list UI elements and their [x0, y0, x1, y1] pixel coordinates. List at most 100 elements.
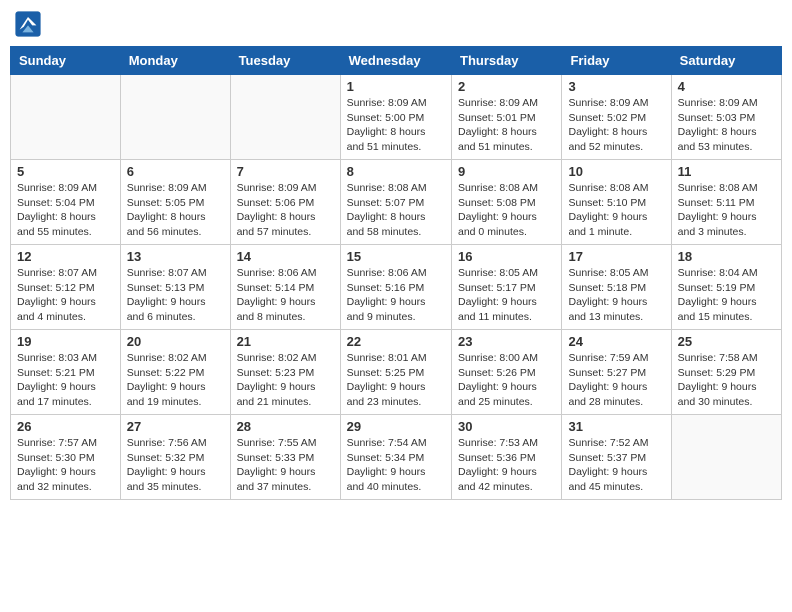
day-info: Sunrise: 8:02 AM Sunset: 5:22 PM Dayligh… [127, 351, 224, 410]
calendar-cell: 4 Sunrise: 8:09 AM Sunset: 5:03 PM Daylig… [671, 75, 781, 160]
day-number: 27 [127, 419, 224, 434]
calendar-cell: 6 Sunrise: 8:09 AM Sunset: 5:05 PM Daylig… [120, 160, 230, 245]
day-info: Sunrise: 7:53 AM Sunset: 5:36 PM Dayligh… [458, 436, 555, 495]
weekday-header-wednesday: Wednesday [340, 47, 451, 75]
weekday-header-thursday: Thursday [452, 47, 562, 75]
calendar-cell: 27 Sunrise: 7:56 AM Sunset: 5:32 PM Dayli… [120, 415, 230, 500]
day-info: Sunrise: 7:58 AM Sunset: 5:29 PM Dayligh… [678, 351, 775, 410]
day-number: 31 [568, 419, 664, 434]
day-info: Sunrise: 8:08 AM Sunset: 5:08 PM Dayligh… [458, 181, 555, 240]
calendar-cell: 25 Sunrise: 7:58 AM Sunset: 5:29 PM Dayli… [671, 330, 781, 415]
day-number: 16 [458, 249, 555, 264]
day-info: Sunrise: 8:09 AM Sunset: 5:05 PM Dayligh… [127, 181, 224, 240]
logo [14, 10, 46, 38]
calendar-cell: 22Sunrise: 8:01 AM Sunset: 5:25 PM Dayli… [340, 330, 451, 415]
day-number: 26 [17, 419, 114, 434]
day-number: 9 [458, 164, 555, 179]
weekday-header-monday: Monday [120, 47, 230, 75]
day-number: 6 [127, 164, 224, 179]
day-number: 28 [237, 419, 334, 434]
day-number: 1 [347, 79, 445, 94]
logo-icon [14, 10, 42, 38]
week-row-1: 1 Sunrise: 8:09 AM Sunset: 5:00 PM Daylig… [11, 75, 782, 160]
calendar-cell: 31 Sunrise: 7:52 AM Sunset: 5:37 PM Dayli… [562, 415, 671, 500]
day-number: 30 [458, 419, 555, 434]
week-row-4: 19Sunrise: 8:03 AM Sunset: 5:21 PM Dayli… [11, 330, 782, 415]
week-row-2: 5 Sunrise: 8:09 AM Sunset: 5:04 PM Daylig… [11, 160, 782, 245]
day-info: Sunrise: 7:52 AM Sunset: 5:37 PM Dayligh… [568, 436, 664, 495]
page-header [10, 10, 782, 38]
calendar-cell: 21Sunrise: 8:02 AM Sunset: 5:23 PM Dayli… [230, 330, 340, 415]
day-number: 18 [678, 249, 775, 264]
calendar-cell: 14 Sunrise: 8:06 AM Sunset: 5:14 PM Dayli… [230, 245, 340, 330]
day-info: Sunrise: 8:05 AM Sunset: 5:18 PM Dayligh… [568, 266, 664, 325]
weekday-header-friday: Friday [562, 47, 671, 75]
day-info: Sunrise: 8:09 AM Sunset: 5:04 PM Dayligh… [17, 181, 114, 240]
day-number: 7 [237, 164, 334, 179]
day-number: 23 [458, 334, 555, 349]
day-number: 11 [678, 164, 775, 179]
day-number: 17 [568, 249, 664, 264]
calendar-cell: 24 Sunrise: 7:59 AM Sunset: 5:27 PM Dayli… [562, 330, 671, 415]
calendar-cell: 20 Sunrise: 8:02 AM Sunset: 5:22 PM Dayli… [120, 330, 230, 415]
calendar-cell: 9 Sunrise: 8:08 AM Sunset: 5:08 PM Daylig… [452, 160, 562, 245]
calendar-cell: 16 Sunrise: 8:05 AM Sunset: 5:17 PM Dayli… [452, 245, 562, 330]
week-row-5: 26 Sunrise: 7:57 AM Sunset: 5:30 PM Dayli… [11, 415, 782, 500]
calendar-cell [671, 415, 781, 500]
day-number: 20 [127, 334, 224, 349]
calendar-cell: 11 Sunrise: 8:08 AM Sunset: 5:11 PM Dayli… [671, 160, 781, 245]
day-info: Sunrise: 8:09 AM Sunset: 5:00 PM Dayligh… [347, 96, 445, 155]
calendar-cell: 3 Sunrise: 8:09 AM Sunset: 5:02 PM Daylig… [562, 75, 671, 160]
day-number: 12 [17, 249, 114, 264]
day-info: Sunrise: 7:59 AM Sunset: 5:27 PM Dayligh… [568, 351, 664, 410]
calendar-cell: 1 Sunrise: 8:09 AM Sunset: 5:00 PM Daylig… [340, 75, 451, 160]
weekday-header-row: SundayMondayTuesdayWednesdayThursdayFrid… [11, 47, 782, 75]
day-number: 14 [237, 249, 334, 264]
calendar-cell [230, 75, 340, 160]
day-info: Sunrise: 8:09 AM Sunset: 5:06 PM Dayligh… [237, 181, 334, 240]
calendar-table: SundayMondayTuesdayWednesdayThursdayFrid… [10, 46, 782, 500]
calendar-cell: 10 Sunrise: 8:08 AM Sunset: 5:10 PM Dayli… [562, 160, 671, 245]
calendar-cell: 7 Sunrise: 8:09 AM Sunset: 5:06 PM Daylig… [230, 160, 340, 245]
calendar-cell: 8 Sunrise: 8:08 AM Sunset: 5:07 PM Daylig… [340, 160, 451, 245]
day-info: Sunrise: 8:08 AM Sunset: 5:07 PM Dayligh… [347, 181, 445, 240]
day-info: Sunrise: 7:56 AM Sunset: 5:32 PM Dayligh… [127, 436, 224, 495]
day-info: Sunrise: 7:55 AM Sunset: 5:33 PM Dayligh… [237, 436, 334, 495]
day-number: 8 [347, 164, 445, 179]
day-number: 13 [127, 249, 224, 264]
day-info: Sunrise: 8:09 AM Sunset: 5:02 PM Dayligh… [568, 96, 664, 155]
day-number: 10 [568, 164, 664, 179]
day-info: Sunrise: 7:57 AM Sunset: 5:30 PM Dayligh… [17, 436, 114, 495]
day-info: Sunrise: 8:09 AM Sunset: 5:01 PM Dayligh… [458, 96, 555, 155]
day-number: 19 [17, 334, 114, 349]
day-info: Sunrise: 8:08 AM Sunset: 5:10 PM Dayligh… [568, 181, 664, 240]
day-info: Sunrise: 8:01 AM Sunset: 5:25 PM Dayligh… [347, 351, 445, 410]
calendar-cell: 15Sunrise: 8:06 AM Sunset: 5:16 PM Dayli… [340, 245, 451, 330]
calendar-cell: 13Sunrise: 8:07 AM Sunset: 5:13 PM Dayli… [120, 245, 230, 330]
calendar-cell: 17 Sunrise: 8:05 AM Sunset: 5:18 PM Dayli… [562, 245, 671, 330]
day-number: 4 [678, 79, 775, 94]
day-info: Sunrise: 8:07 AM Sunset: 5:12 PM Dayligh… [17, 266, 114, 325]
calendar-cell: 5 Sunrise: 8:09 AM Sunset: 5:04 PM Daylig… [11, 160, 121, 245]
day-number: 3 [568, 79, 664, 94]
calendar-cell: 19Sunrise: 8:03 AM Sunset: 5:21 PM Dayli… [11, 330, 121, 415]
day-info: Sunrise: 8:06 AM Sunset: 5:16 PM Dayligh… [347, 266, 445, 325]
day-info: Sunrise: 8:00 AM Sunset: 5:26 PM Dayligh… [458, 351, 555, 410]
calendar-cell [11, 75, 121, 160]
weekday-header-tuesday: Tuesday [230, 47, 340, 75]
calendar-cell: 23 Sunrise: 8:00 AM Sunset: 5:26 PM Dayli… [452, 330, 562, 415]
day-number: 29 [347, 419, 445, 434]
day-info: Sunrise: 8:05 AM Sunset: 5:17 PM Dayligh… [458, 266, 555, 325]
day-info: Sunrise: 8:09 AM Sunset: 5:03 PM Dayligh… [678, 96, 775, 155]
weekday-header-sunday: Sunday [11, 47, 121, 75]
day-info: Sunrise: 8:08 AM Sunset: 5:11 PM Dayligh… [678, 181, 775, 240]
week-row-3: 12 Sunrise: 8:07 AM Sunset: 5:12 PM Dayli… [11, 245, 782, 330]
day-info: Sunrise: 8:06 AM Sunset: 5:14 PM Dayligh… [237, 266, 334, 325]
day-info: Sunrise: 8:04 AM Sunset: 5:19 PM Dayligh… [678, 266, 775, 325]
day-number: 21 [237, 334, 334, 349]
day-number: 24 [568, 334, 664, 349]
day-number: 25 [678, 334, 775, 349]
calendar-cell: 30 Sunrise: 7:53 AM Sunset: 5:36 PM Dayli… [452, 415, 562, 500]
calendar-cell: 26 Sunrise: 7:57 AM Sunset: 5:30 PM Dayli… [11, 415, 121, 500]
day-number: 5 [17, 164, 114, 179]
